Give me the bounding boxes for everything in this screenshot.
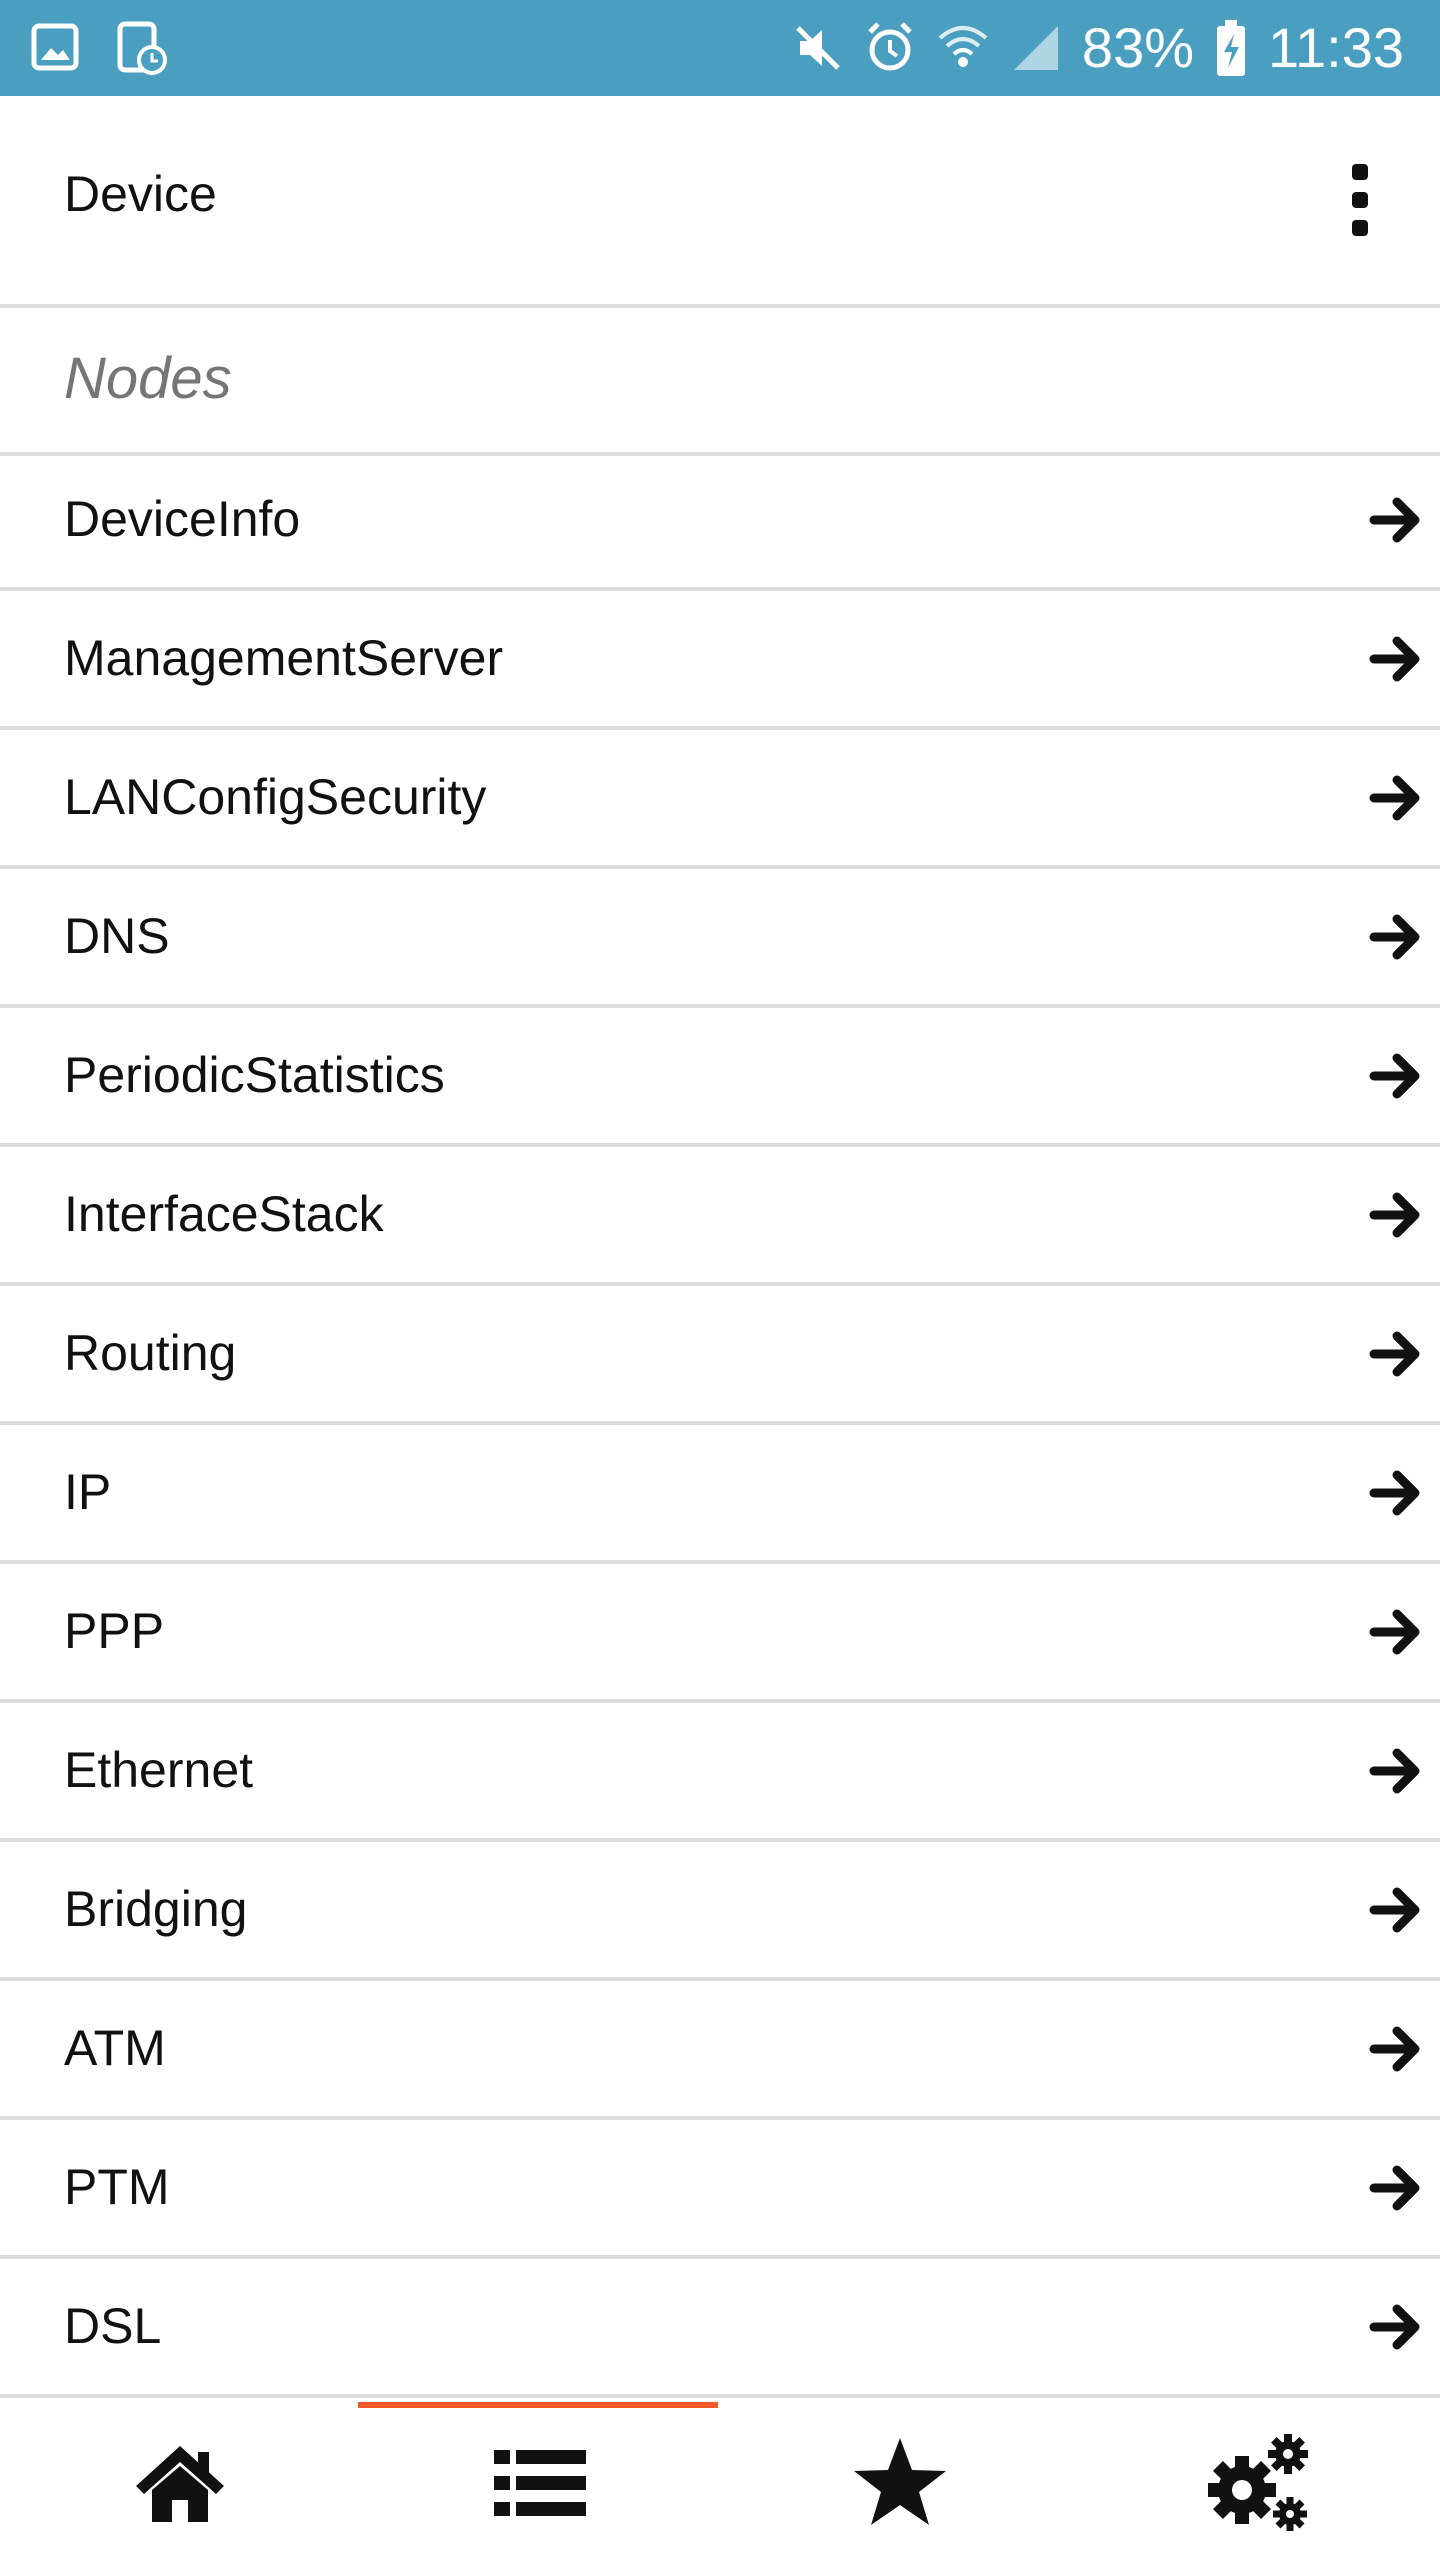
list-item-dsl[interactable]: DSL: [0, 2259, 1440, 2398]
battery-percentage: 83%: [1081, 16, 1195, 79]
list-item-label: ManagementServer: [64, 630, 504, 686]
nav-favorites[interactable]: [720, 2402, 1080, 2560]
arrow-right-icon: [1368, 1326, 1424, 1382]
alarm-icon: [864, 20, 916, 76]
list-item-dns[interactable]: DNS: [0, 869, 1440, 1008]
list-icon: [494, 2450, 586, 2516]
arrow-right-icon: [1368, 631, 1424, 687]
list-item-label: DNS: [64, 908, 170, 964]
status-time: 11:33: [1268, 16, 1404, 79]
list-item-label: ATM: [64, 2020, 166, 2076]
signal-icon: [1010, 22, 1062, 74]
list-item-label: PTM: [64, 2159, 170, 2215]
list-item-ppp[interactable]: PPP: [0, 1564, 1440, 1703]
arrow-right-icon: [1368, 1048, 1424, 1104]
nav-list[interactable]: [360, 2402, 720, 2560]
list-item-label: Ethernet: [64, 1742, 254, 1798]
nav-settings[interactable]: [1080, 2402, 1440, 2560]
list-item-label: LANConfigSecurity: [64, 769, 487, 825]
arrow-right-icon: [1368, 492, 1424, 548]
more-vertical-icon-dot: [1352, 192, 1368, 208]
star-icon: [854, 2438, 946, 2525]
arrow-right-icon: [1368, 909, 1424, 965]
list-item-periodicstatistics[interactable]: PeriodicStatistics: [0, 1008, 1440, 1147]
battery-charging-icon: [1214, 18, 1248, 78]
list-item-label: PeriodicStatistics: [64, 1047, 445, 1103]
list-item-label: DeviceInfo: [64, 491, 301, 547]
more-vertical-icon: [1352, 164, 1368, 180]
arrow-right-icon: [1368, 1187, 1424, 1243]
gallery-notification-icon: [30, 20, 80, 76]
bottom-navigation: [0, 2402, 1440, 2560]
list-item-label: Bridging: [64, 1881, 248, 1937]
arrow-right-icon: [1368, 770, 1424, 826]
list-item-atm[interactable]: ATM: [0, 1981, 1440, 2120]
screenshot-notification-icon: [116, 20, 168, 76]
section-title: Nodes: [64, 346, 232, 411]
wifi-icon: [936, 22, 990, 74]
arrow-right-icon: [1368, 2021, 1424, 2077]
list-item-interfacestack[interactable]: InterfaceStack: [0, 1147, 1440, 1286]
status-left-icons: [30, 20, 168, 76]
list-item-bridging[interactable]: Bridging: [0, 1842, 1440, 1981]
arrow-right-icon: [1368, 2299, 1424, 2355]
home-icon: [136, 2446, 224, 2522]
list-item-label: DSL: [64, 2298, 162, 2354]
list-item-deviceinfo[interactable]: DeviceInfo: [0, 452, 1440, 591]
node-list: DeviceInfo ManagementServer LANConfigSec…: [0, 452, 1440, 2398]
more-vertical-icon-dot: [1352, 220, 1368, 236]
more-options-button[interactable]: [1324, 152, 1396, 248]
list-item-label: IP: [64, 1464, 112, 1520]
arrow-right-icon: [1368, 1604, 1424, 1660]
app-header: Device: [0, 96, 1440, 308]
list-item-lanconfigsecurity[interactable]: LANConfigSecurity: [0, 730, 1440, 869]
arrow-right-icon: [1368, 1882, 1424, 1938]
status-right-icons: 83% 11:33: [792, 0, 1404, 96]
arrow-right-icon: [1368, 1465, 1424, 1521]
mute-icon: [792, 22, 844, 74]
list-item-label: Routing: [64, 1325, 237, 1381]
list-item-managementserver[interactable]: ManagementServer: [0, 591, 1440, 730]
list-item-label: InterfaceStack: [64, 1186, 384, 1242]
list-item-routing[interactable]: Routing: [0, 1286, 1440, 1425]
page-title: Device: [64, 166, 217, 222]
list-item-ethernet[interactable]: Ethernet: [0, 1703, 1440, 1842]
settings-gears-icon: [1208, 2434, 1308, 2531]
arrow-right-icon: [1368, 2160, 1424, 2216]
list-item-label: PPP: [64, 1603, 165, 1659]
section-header: Nodes: [0, 306, 1440, 456]
arrow-right-icon: [1368, 1743, 1424, 1799]
list-item-ptm[interactable]: PTM: [0, 2120, 1440, 2259]
nav-home[interactable]: [0, 2402, 360, 2560]
status-bar: 83% 11:33: [0, 0, 1440, 96]
list-item-ip[interactable]: IP: [0, 1425, 1440, 1564]
